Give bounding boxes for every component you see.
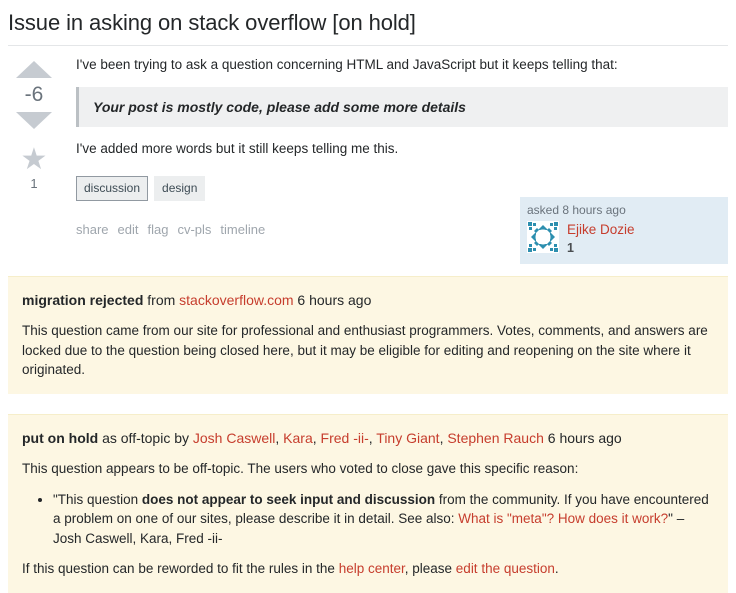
edit-link[interactable]: edit xyxy=(118,222,139,237)
footer-part-2: , please xyxy=(404,561,456,577)
share-link[interactable]: share xyxy=(76,222,109,237)
hold-notice-intro: This question appears to be off-topic. T… xyxy=(22,461,579,477)
closer-link-2[interactable]: Kara xyxy=(283,430,313,446)
page-title: Issue in asking on stack overflow [on ho… xyxy=(8,10,416,35)
hold-notice-label: put on hold xyxy=(22,429,99,446)
tag-discussion[interactable]: discussion xyxy=(76,176,149,202)
question-header: Issue in asking on stack overflow [on ho… xyxy=(0,0,736,45)
flag-link[interactable]: flag xyxy=(148,222,169,237)
stackoverflow-link[interactable]: stackoverflow.com xyxy=(179,292,293,308)
migration-rejected-notice: migration rejected from stackoverflow.co… xyxy=(8,275,728,394)
vote-cell: -6 ★ 1 xyxy=(8,56,60,263)
timeline-link[interactable]: timeline xyxy=(220,222,265,237)
user-card: asked 8 hours ago Ejike Dozie 1 xyxy=(520,197,728,264)
user-name-link[interactable]: Ejike Dozie xyxy=(567,222,635,239)
migration-notice-label: migration rejected xyxy=(22,291,144,308)
migration-notice-from: from xyxy=(143,291,180,308)
put-on-hold-notice: put on hold as off-topic by Josh Caswell… xyxy=(8,413,728,593)
favorite-count: 1 xyxy=(30,176,38,192)
vote-count: -6 xyxy=(24,83,44,107)
identicon-avatar[interactable] xyxy=(527,221,559,254)
user-details: Ejike Dozie 1 xyxy=(527,221,721,257)
hold-notice-time: 6 hours ago xyxy=(543,429,622,446)
closer-link-4[interactable]: Tiny Giant xyxy=(376,430,439,446)
post-signature-row: asked 8 hours ago Ejike Dozie 1 xyxy=(76,197,728,264)
migration-notice-heading: migration rejected from stackoverflow.co… xyxy=(22,290,714,310)
migration-notice-body: This question came from our site for pro… xyxy=(22,323,708,378)
post-paragraph-1: I've been trying to ask a question conce… xyxy=(76,57,618,73)
post-cell: I've been trying to ask a question conce… xyxy=(60,56,728,264)
closer-link-5[interactable]: Stephen Rauch xyxy=(447,430,544,446)
tag-design[interactable]: design xyxy=(154,176,206,202)
footer-part-3: . xyxy=(554,561,559,577)
reason-bold: does not appear to seek input and discus… xyxy=(141,491,436,507)
blockquote-text: Your post is mostly code, please add som… xyxy=(93,99,466,116)
footer-part-1: If this question can be reworded to fit … xyxy=(22,561,339,577)
reason-part-1: "This question xyxy=(53,491,142,507)
closer-sep-2: , xyxy=(312,429,321,446)
hold-reason-list: "This question does not appear to seek i… xyxy=(22,490,714,549)
closer-link-1[interactable]: Josh Caswell xyxy=(193,430,275,446)
star-icon[interactable]: ★ xyxy=(21,145,48,175)
arrow-up-icon[interactable] xyxy=(16,61,52,79)
question-post: -6 ★ 1 I've been trying to ask a questio… xyxy=(0,46,736,264)
hold-notice-footer: If this question can be reworded to fit … xyxy=(22,559,714,579)
user-reputation: 1 xyxy=(567,241,574,256)
meta-help-link[interactable]: What is "meta"? How does it work? xyxy=(458,511,668,526)
arrow-down-icon[interactable] xyxy=(16,112,52,130)
post-body: I've been trying to ask a question conce… xyxy=(76,56,728,159)
cv-pls-link[interactable]: cv-pls xyxy=(177,222,211,237)
hold-notice-heading: put on hold as off-topic by Josh Caswell… xyxy=(22,428,714,448)
post-paragraph-2: I've added more words but it still keeps… xyxy=(76,141,399,157)
help-center-link[interactable]: help center xyxy=(339,561,405,576)
closer-sep-1: , xyxy=(275,429,284,446)
post-blockquote: Your post is mostly code, please add som… xyxy=(76,87,728,128)
closer-link-3[interactable]: Fred -ii- xyxy=(321,430,369,446)
hold-notice-reason-label: as off-topic by xyxy=(98,429,193,446)
user-action-time: asked 8 hours ago xyxy=(527,203,626,218)
edit-question-link[interactable]: edit the question xyxy=(456,561,555,576)
hold-reason-item: "This question does not appear to seek i… xyxy=(53,490,714,549)
migration-notice-time: 6 hours ago xyxy=(293,291,372,308)
user-meta: Ejike Dozie 1 xyxy=(567,221,635,257)
